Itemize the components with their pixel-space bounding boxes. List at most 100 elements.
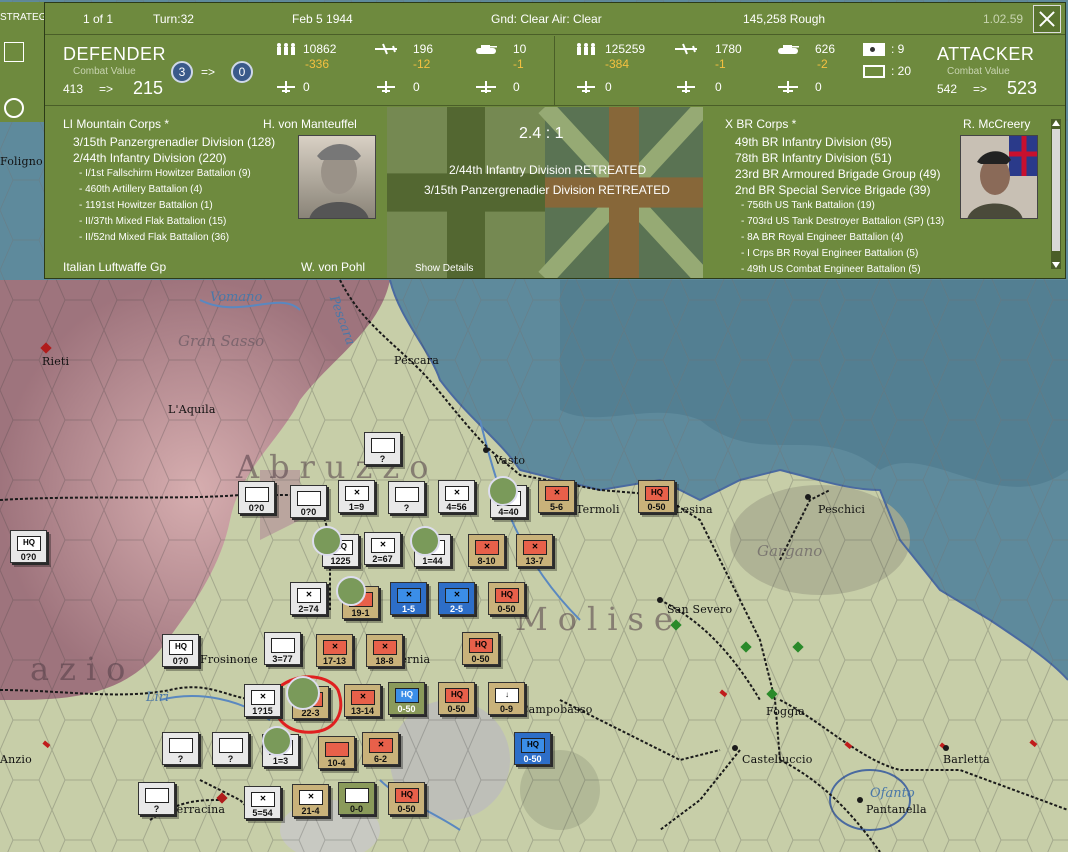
attacker-division: 23rd BR Armoured Brigade Group (49) xyxy=(735,167,941,181)
attacker-scrollbar[interactable] xyxy=(1051,119,1061,269)
attacker-air-b: 0 xyxy=(715,80,722,94)
unit-counter[interactable]: ↓ 0-9 xyxy=(488,682,525,715)
entrench-arrow: => xyxy=(201,65,216,79)
defender-fighters-loss: -12 xyxy=(413,57,431,71)
unit-counter[interactable]: HQ 0?0 xyxy=(10,530,47,563)
scroll-down-icon[interactable] xyxy=(1052,262,1060,268)
bomber-icon xyxy=(375,80,397,93)
attacker-division: 2nd BR Special Service Brigade (39) xyxy=(735,183,931,197)
unit-counter[interactable]: ✕ 4=56 xyxy=(438,480,475,513)
gear-icon[interactable] xyxy=(4,98,24,118)
unit-counter[interactable]: ✕ 21-4 xyxy=(292,784,329,817)
unit-counter[interactable]: ✕ 13-14 xyxy=(344,684,381,717)
attacker-mod2: : 20 xyxy=(891,64,912,78)
defender-commander: H. von Manteuffel xyxy=(263,117,357,131)
attacker-battalion: - 8A BR Royal Engineer Battalion (4) xyxy=(741,232,904,243)
tank-icon[interactable] xyxy=(410,526,440,556)
attacker-mod1: : 9 xyxy=(891,42,905,56)
unit-counter[interactable]: 3=77 xyxy=(264,632,301,665)
unit-counter[interactable]: ✕ 5=54 xyxy=(244,786,281,819)
unit-counter[interactable]: 0?0 xyxy=(238,481,275,514)
tank-icon[interactable] xyxy=(262,726,292,756)
unit-counter[interactable]: ✕ 13-7 xyxy=(516,534,553,567)
defender-corps[interactable]: LI Mountain Corps * xyxy=(63,117,169,131)
factory-icon[interactable] xyxy=(4,42,24,62)
unit-counter[interactable]: ? xyxy=(364,432,401,465)
city-pantanella: Pantanella xyxy=(866,803,927,816)
unit-counter[interactable]: HQ 0-50 xyxy=(638,480,675,513)
unit-counter[interactable]: HQ 0-50 xyxy=(438,682,475,715)
city-laquila: L'Aquila xyxy=(168,403,216,416)
unit-counter[interactable]: ✕ 18-8 xyxy=(366,634,403,667)
unit-counter[interactable]: ✕ 8-10 xyxy=(468,534,505,567)
city-rieti: Rieti xyxy=(42,355,70,368)
unit-counter[interactable]: HQ 0-50 xyxy=(388,682,425,715)
unit-counter[interactable]: 0?0 xyxy=(290,485,327,518)
unit-counter[interactable]: HQ 0-50 xyxy=(388,782,425,815)
unit-counter[interactable]: 10-4 xyxy=(318,736,355,769)
combat-detail: LI Mountain Corps * H. von Manteuffel 3/… xyxy=(45,107,1065,278)
defender-division: 3/15th Panzergrenadier Division (128) xyxy=(73,135,276,149)
unit-counter[interactable]: ✕ 1?15 xyxy=(244,684,281,717)
unit-counter[interactable]: HQ 0?0 xyxy=(162,634,199,667)
odds-ratio: 2.4 : 1 xyxy=(519,125,564,142)
unit-counter[interactable]: HQ 0-50 xyxy=(462,632,499,665)
show-details-link[interactable]: Show Details xyxy=(415,263,473,274)
tank-icon[interactable] xyxy=(286,676,320,710)
defender-battalion: - I/1st Fallschirm Howitzer Battalion (9… xyxy=(79,168,251,179)
entrench-modifier-icon xyxy=(863,65,885,78)
defender-cv-to: 215 xyxy=(133,78,164,98)
tank-icon[interactable] xyxy=(312,526,342,556)
unit-counter[interactable]: 0-0 xyxy=(338,782,375,815)
scroll-thumb[interactable] xyxy=(1052,129,1060,251)
fighter-icon xyxy=(375,42,397,55)
defender-next-corps[interactable]: Italian Luftwaffe Gp xyxy=(63,260,166,274)
result-line: 3/15th Panzergrenadier Division RETREATE… xyxy=(424,183,670,197)
bomber-icon xyxy=(675,80,697,93)
tank-icon[interactable] xyxy=(336,576,366,606)
status-bar: 1 of 1 Turn:32 Feb 5 1944 Gnd: Clear Air… xyxy=(45,3,1065,35)
combat-results-panel: 1 of 1 Turn:32 Feb 5 1944 Gnd: Clear Air… xyxy=(44,2,1066,279)
tank-icon xyxy=(777,42,799,54)
defender-air-c: 0 xyxy=(513,80,520,94)
city-barletta: Barletta xyxy=(943,753,990,766)
unit-counter[interactable]: ✕ 2-5 xyxy=(438,582,475,615)
tank-icon[interactable] xyxy=(488,476,518,506)
unit-counter[interactable]: ? xyxy=(138,782,175,815)
defender-cv-label: Combat Value xyxy=(73,66,136,77)
area-gargano: Gargano xyxy=(757,542,823,560)
unit-counter[interactable]: ? xyxy=(162,732,199,765)
city-anzio: Anzio xyxy=(0,753,32,766)
attacker-battalion: - I Crps BR Royal Engineer Battalion (5) xyxy=(741,248,919,259)
defender-cv-from: 413 xyxy=(63,82,84,96)
result-line: 2/44th Infantry Division RETREATED xyxy=(449,163,647,177)
unit-counter[interactable]: ✕ 5-6 xyxy=(538,480,575,513)
region-molise: Molise xyxy=(515,600,683,638)
city-peschici: Peschici xyxy=(818,503,866,516)
scroll-up-icon[interactable] xyxy=(1052,120,1060,126)
unit-counter[interactable]: ? xyxy=(212,732,249,765)
unit-counter[interactable]: HQ 0-50 xyxy=(514,732,551,765)
unit-counter[interactable]: ✕ 17-13 xyxy=(316,634,353,667)
area-gran-sasso: Gran Sasso xyxy=(178,332,265,350)
unit-counter[interactable]: HQ 0-50 xyxy=(488,582,525,615)
date-label: Feb 5 1944 xyxy=(292,12,353,26)
city-castelluccio: Castelluccio xyxy=(742,753,813,766)
attacker-division: 49th BR Infantry Division (95) xyxy=(735,135,892,149)
unit-counter[interactable]: ✕ 6-2 xyxy=(362,732,399,765)
attacker-title: ATTACKER xyxy=(937,44,1035,64)
attacker-cv-to: 523 xyxy=(1007,78,1038,98)
unit-counter[interactable]: ? xyxy=(388,481,425,514)
defender-tanks: 10 xyxy=(513,42,527,56)
unit-counter[interactable]: ✕ 1=9 xyxy=(338,480,375,513)
unit-counter[interactable]: ✕ 2=74 xyxy=(290,582,327,615)
close-button[interactable] xyxy=(1033,5,1061,33)
unit-counter[interactable]: ✕ 2=67 xyxy=(364,532,401,565)
defender-men-loss: -336 xyxy=(305,57,330,71)
unit-counter[interactable]: ✕ 1-5 xyxy=(390,582,427,615)
attacker-corps[interactable]: X BR Corps * xyxy=(725,117,796,131)
defender-commander-portrait xyxy=(298,135,376,219)
infantry-icon xyxy=(575,42,597,55)
river-vomano: Vomano xyxy=(210,290,263,305)
attacker-men: 125259 xyxy=(605,42,646,56)
